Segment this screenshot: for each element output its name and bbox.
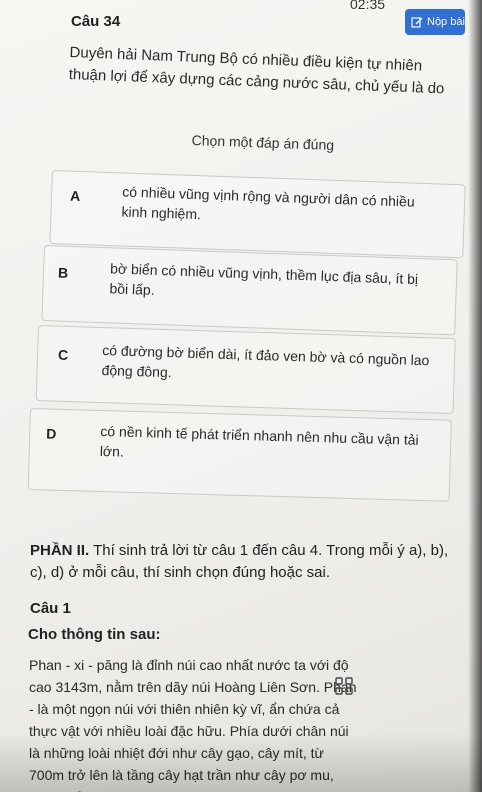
- question-text: Duyên hải Nam Trung Bộ có nhiều điều kiệ…: [68, 43, 445, 98]
- option-c[interactable]: C có đường bờ biển dài, ít đảo ven bờ và…: [35, 325, 456, 415]
- option-text: bờ biển có nhiều vũng vịnh, thềm lục địa…: [109, 260, 419, 298]
- grid-icon[interactable]: [335, 677, 353, 695]
- option-letter: B: [57, 264, 69, 281]
- option-letter: C: [57, 346, 69, 363]
- option-d[interactable]: D có nền kinh tế phát triển nhanh nên nh…: [27, 408, 452, 502]
- shade: [0, 732, 482, 792]
- part-two-text: Thí sinh trả lời từ câu 1 đến câu 4. Tro…: [30, 542, 449, 581]
- part-two: PHẦN II. Thí sinh trả lời từ câu 1 đến c…: [30, 540, 460, 584]
- info-label: Cho thông tin sau:: [28, 626, 161, 643]
- status-clock: 02:35: [350, 0, 386, 12]
- option-letter: D: [46, 425, 57, 442]
- option-a[interactable]: A có nhiều vũng vịnh rộng và người dân c…: [49, 170, 466, 259]
- edit-icon: [411, 17, 423, 28]
- submit-label: Nộp bài: [427, 16, 465, 28]
- edge-shadow: [468, 0, 482, 792]
- answer-instruction: Chọn một đáp án đúng: [191, 132, 335, 153]
- option-text: có nền kinh tế phát triển nhanh nên nhu …: [99, 422, 419, 460]
- option-b[interactable]: B bờ biển có nhiều vũng vịnh, thềm lục đ…: [41, 245, 458, 336]
- part-two-heading: PHẦN II.: [30, 542, 90, 559]
- screen: 02:35 Nộp bài Câu 34 Duyên hải Nam Trung…: [0, 0, 482, 792]
- submit-button[interactable]: Nộp bài: [405, 9, 465, 35]
- option-text: có đường bờ biển dài, ít đảo ven bờ và c…: [101, 342, 430, 381]
- option-letter: A: [69, 187, 81, 204]
- question-1-title: Câu 1: [30, 600, 71, 617]
- question-title: Câu 34: [71, 13, 121, 30]
- option-text: có nhiều vũng vịnh rộng và người dân có …: [121, 183, 415, 223]
